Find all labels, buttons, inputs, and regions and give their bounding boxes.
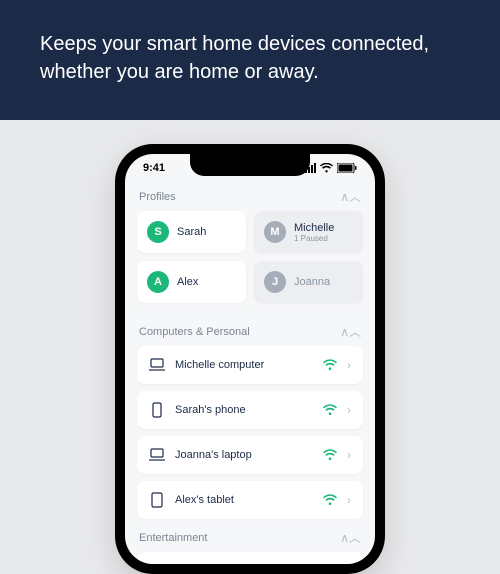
device-list-computers: Michelle computer › Sarah's phone › Joan… (125, 346, 375, 519)
status-time: 9:41 (143, 162, 165, 174)
phone-icon (149, 402, 165, 418)
avatar: S (147, 221, 169, 243)
section-title: Entertainment (139, 532, 207, 544)
device-row[interactable]: Michelle computer › (137, 346, 363, 384)
chevron-right-icon: › (347, 403, 351, 417)
laptop-icon (149, 357, 165, 373)
profile-status: 1 Paused (294, 234, 334, 243)
wifi-status-icon (320, 163, 333, 173)
wifi-icon (323, 403, 337, 417)
chevron-right-icon: › (347, 493, 351, 507)
profile-card-sarah[interactable]: S Sarah (137, 211, 246, 253)
profile-name: Sarah (177, 226, 206, 238)
laptop-icon (149, 447, 165, 463)
device-row[interactable]: Joanna's laptop › (137, 436, 363, 474)
tv-icon (149, 563, 165, 564)
avatar: A (147, 271, 169, 293)
section-header-computers[interactable]: Computers & Personal ︿ (125, 313, 375, 346)
avatar: M (264, 221, 286, 243)
status-indicators (302, 163, 357, 173)
phone-notch (190, 154, 310, 176)
section-header-profiles[interactable]: Profiles ︿ (125, 178, 375, 211)
phone-frame: 9:41 Profiles ︿ S Sarah (115, 144, 385, 574)
banner-text: Keeps your smart home devices connected,… (40, 33, 429, 83)
profile-card-joanna[interactable]: J Joanna (254, 261, 363, 303)
phone-stage: 9:41 Profiles ︿ S Sarah (0, 120, 500, 574)
device-row[interactable]: Alex's tablet › (137, 481, 363, 519)
device-name: Alex's tablet (175, 494, 313, 506)
chevron-right-icon: › (347, 448, 351, 462)
marketing-banner: Keeps your smart home devices connected,… (0, 0, 500, 120)
wifi-icon (323, 493, 337, 507)
device-list-entertainment: Living Room Fire TV Stick › (125, 552, 375, 564)
avatar: J (264, 271, 286, 293)
chevron-up-icon: ︿ (340, 188, 361, 205)
section-title: Computers & Personal (139, 326, 250, 338)
profiles-grid: S Sarah M Michelle 1 Paused A Alex (125, 211, 375, 313)
profile-name: Michelle (294, 222, 334, 234)
battery-icon (337, 163, 357, 173)
section-title: Profiles (139, 191, 176, 203)
chevron-up-icon: ︿ (340, 323, 361, 340)
tablet-icon (149, 492, 165, 508)
device-row[interactable]: Sarah's phone › (137, 391, 363, 429)
device-name: Sarah's phone (175, 404, 313, 416)
profile-name: Joanna (294, 276, 330, 288)
section-header-entertainment[interactable]: Entertainment ︿ (125, 519, 375, 552)
profile-card-alex[interactable]: A Alex (137, 261, 246, 303)
wifi-icon (323, 448, 337, 462)
chevron-right-icon: › (347, 358, 351, 372)
profile-card-michelle[interactable]: M Michelle 1 Paused (254, 211, 363, 253)
device-row[interactable]: Living Room Fire TV Stick › (137, 552, 363, 564)
chevron-up-icon: ︿ (340, 529, 361, 546)
device-name: Joanna's laptop (175, 449, 313, 461)
phone-screen: 9:41 Profiles ︿ S Sarah (125, 154, 375, 564)
device-name: Michelle computer (175, 359, 313, 371)
profile-name: Alex (177, 276, 198, 288)
wifi-icon (323, 358, 337, 372)
